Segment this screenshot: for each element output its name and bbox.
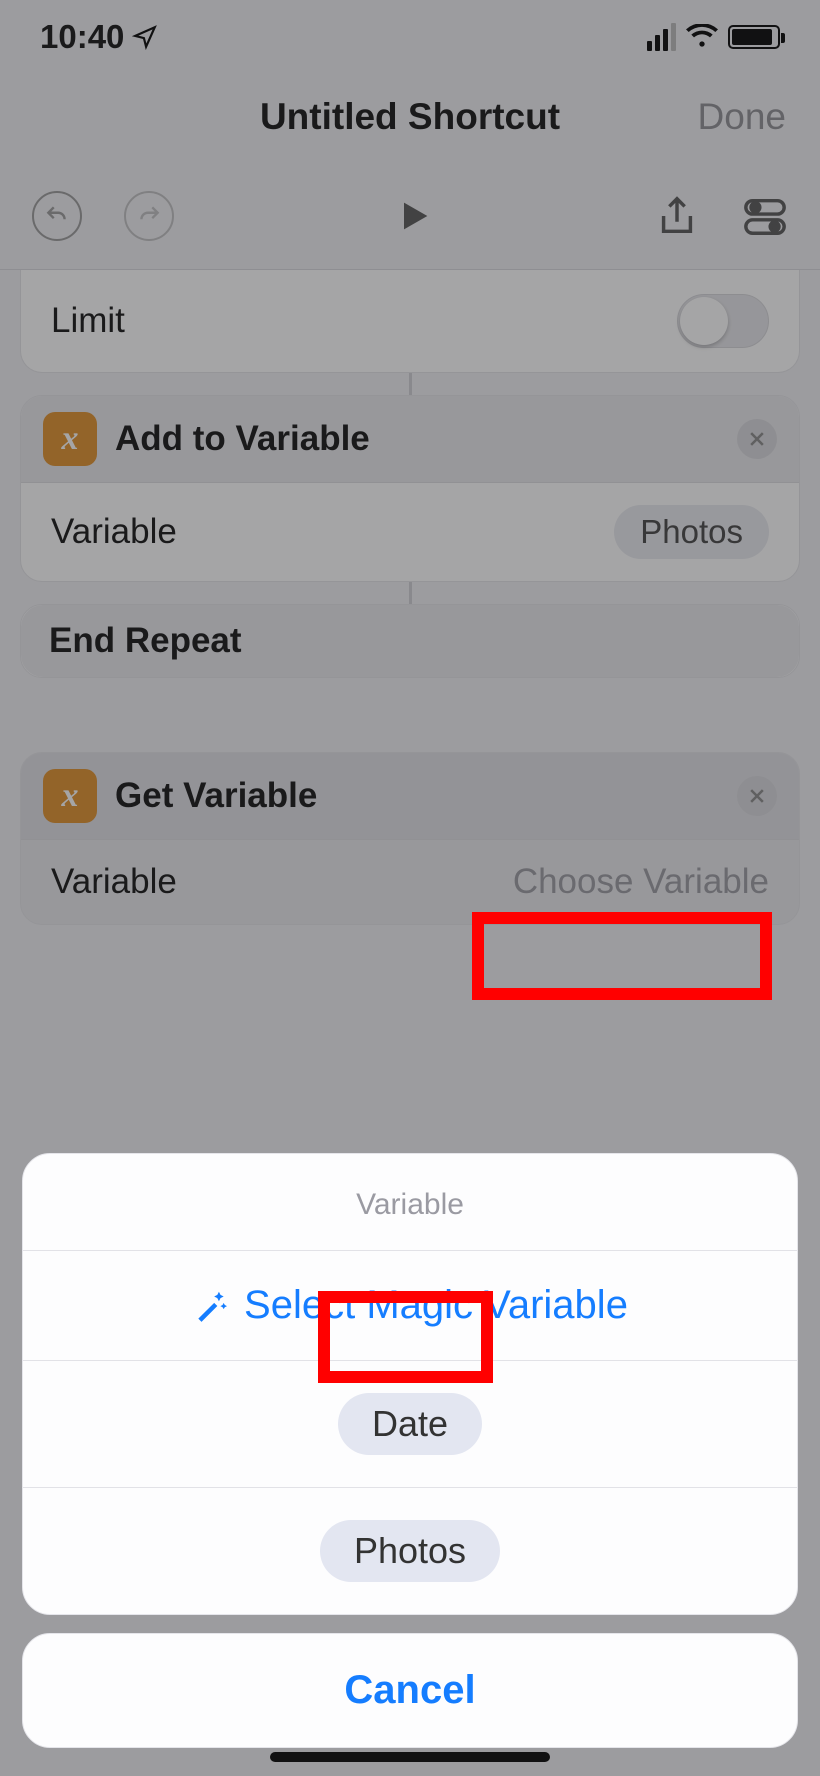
option-pill: Photos <box>320 1520 500 1582</box>
variable-picker-sheet: Variable Select Magic Variable Date Phot… <box>22 1153 798 1748</box>
variable-option-photos[interactable]: Photos <box>23 1488 797 1614</box>
magic-variable-label: Select Magic Variable <box>244 1283 628 1328</box>
variable-option-date[interactable]: Date <box>23 1361 797 1488</box>
sheet-title: Variable <box>23 1154 797 1251</box>
select-magic-variable-button[interactable]: Select Magic Variable <box>23 1251 797 1361</box>
option-pill: Date <box>338 1393 482 1455</box>
cancel-button[interactable]: Cancel <box>22 1633 798 1748</box>
